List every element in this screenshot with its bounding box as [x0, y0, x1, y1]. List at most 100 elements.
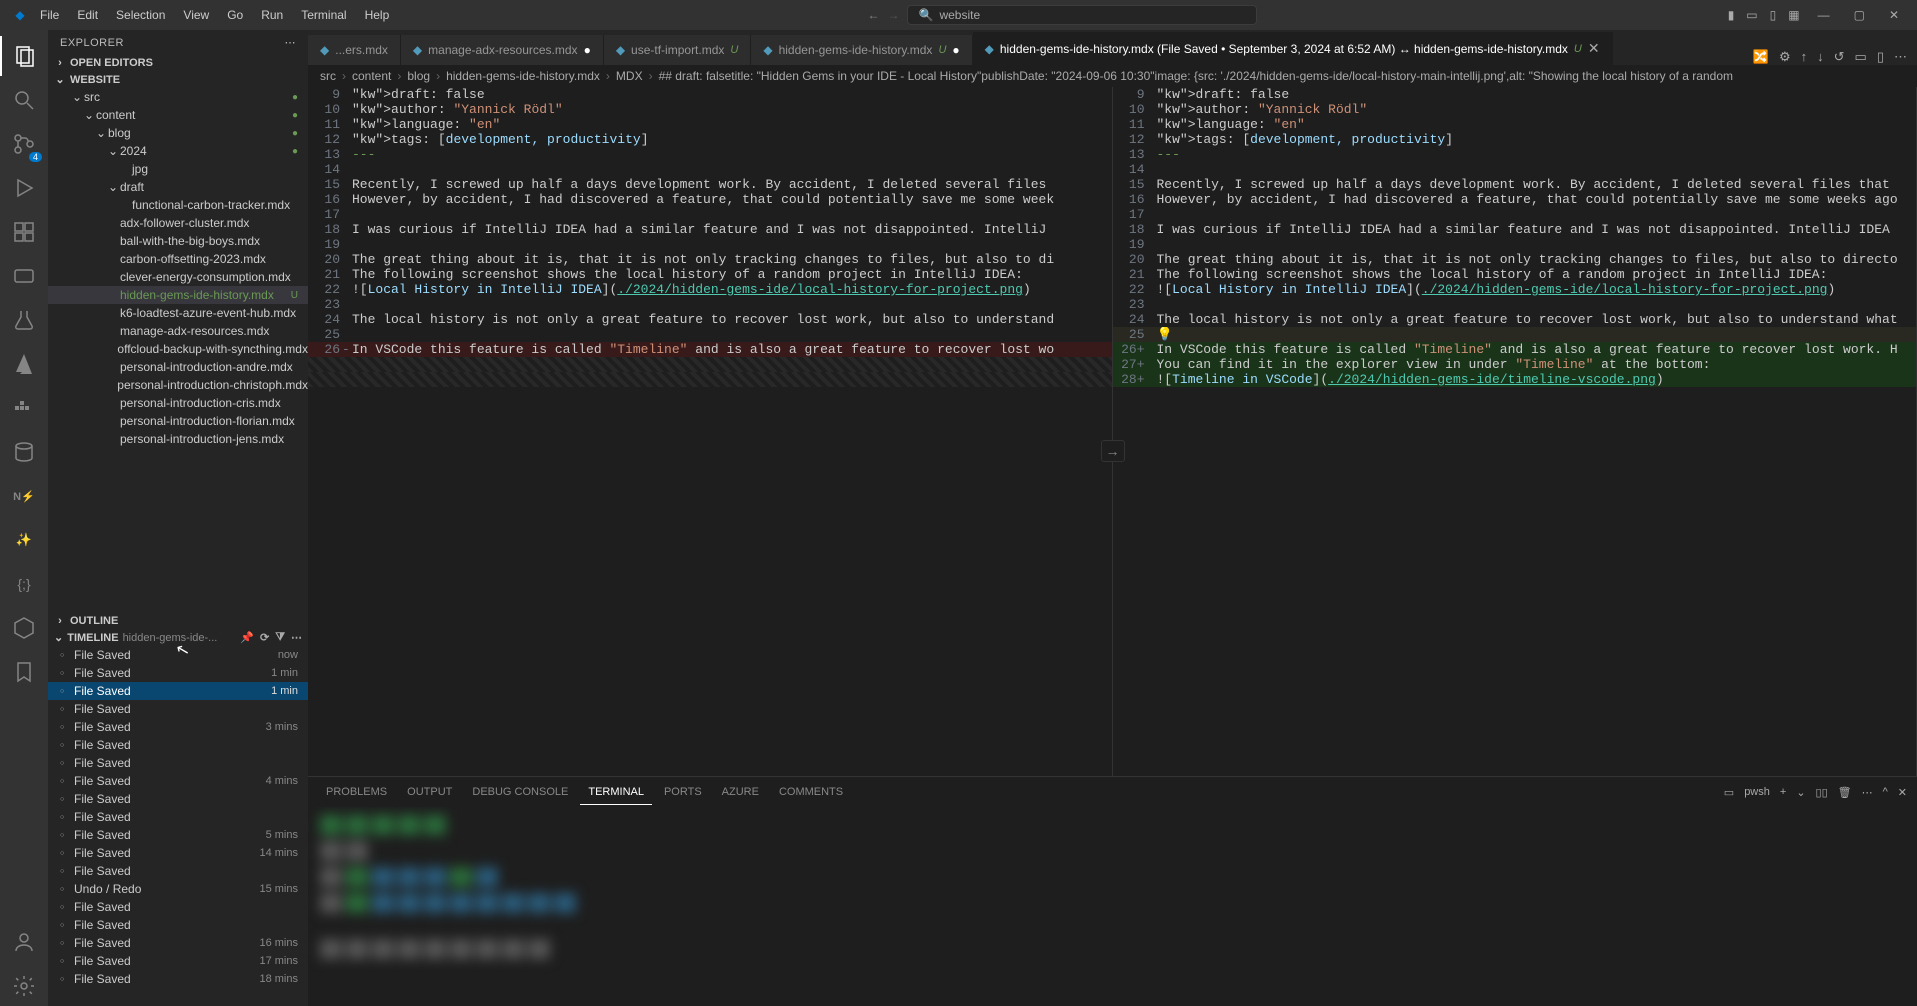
compare-icon[interactable]: 🔀 — [1753, 49, 1769, 65]
timeline-entry[interactable]: ○Undo / Redo15 mins — [48, 880, 308, 898]
menu-terminal[interactable]: Terminal — [293, 4, 354, 26]
code-line[interactable]: 27+You can find it in the explorer view … — [1113, 357, 1917, 372]
tree-file[interactable]: ball-with-the-big-boys.mdx — [48, 232, 308, 250]
code-line[interactable]: 18I was curious if IntelliJ IDEA had a s… — [308, 222, 1112, 237]
explorer-icon[interactable] — [0, 36, 48, 76]
code-line[interactable]: 22![Local History in IntelliJ IDEA](./20… — [1113, 282, 1917, 297]
panel-tab-comments[interactable]: COMMENTS — [771, 780, 851, 805]
code-line[interactable] — [308, 372, 1112, 387]
breadcrumb[interactable]: src›content›blog›hidden-gems-ide-history… — [308, 65, 1917, 87]
timeline-entry[interactable]: ○File Saved — [48, 862, 308, 880]
code-line[interactable]: 11"kw">language: "en" — [308, 117, 1112, 132]
sidebar-more-icon[interactable]: ⋯ — [285, 36, 297, 49]
timeline-entry[interactable]: ○File Saved — [48, 700, 308, 718]
breadcrumb-segment[interactable]: content — [352, 69, 391, 83]
panel-tab-azure[interactable]: AZURE — [714, 780, 767, 805]
prev-change-icon[interactable]: ↑ — [1801, 49, 1808, 65]
breadcrumb-segment[interactable]: MDX — [616, 69, 643, 83]
layout-icon[interactable]: ▯ — [1877, 49, 1884, 65]
editor-tab[interactable]: ◆hidden-gems-ide-history.mdxU● — [751, 35, 972, 65]
code-line[interactable]: 22![Local History in IntelliJ IDEA](./20… — [308, 282, 1112, 297]
more-icon[interactable]: ⋯ — [291, 631, 302, 644]
timeline-entry[interactable]: ○File Saved — [48, 754, 308, 772]
next-change-icon[interactable]: ↓ — [1817, 49, 1824, 65]
tree-folder[interactable]: ⌄content● — [48, 106, 308, 124]
breadcrumb-segment[interactable]: hidden-gems-ide-history.mdx — [446, 69, 600, 83]
code-line[interactable]: 9"kw">draft: false — [1113, 87, 1917, 102]
editor-tab[interactable]: ◆use-tf-import.mdxU — [604, 35, 752, 65]
code-line[interactable]: 12"kw">tags: [development, productivity] — [1113, 132, 1917, 147]
run-debug-icon[interactable] — [0, 168, 48, 208]
command-center[interactable]: 🔍 website — [907, 5, 1257, 25]
settings-icon[interactable]: ⚙ — [1779, 49, 1791, 65]
code-line[interactable]: 17 — [1113, 207, 1917, 222]
refresh-icon[interactable]: ⟳ — [260, 631, 269, 644]
timeline-entry[interactable]: ○File Saved5 mins — [48, 826, 308, 844]
tree-folder[interactable]: ⌄2024● — [48, 142, 308, 160]
code-line[interactable]: 19 — [1113, 237, 1917, 252]
tree-folder[interactable]: ⌄src● — [48, 88, 308, 106]
tree-file[interactable]: clever-energy-consumption.mdx — [48, 268, 308, 286]
nx-icon[interactable]: N⚡ — [0, 476, 48, 516]
timeline-entry[interactable]: ○File Saved — [48, 808, 308, 826]
tree-file[interactable]: personal-introduction-christoph.mdx — [48, 376, 308, 394]
nav-forward-icon[interactable]: → — [887, 8, 899, 22]
hexagon-icon[interactable] — [0, 608, 48, 648]
workspace-section[interactable]: ⌄WEBSITE — [48, 71, 308, 88]
timeline-entry[interactable]: ○File Saved1 min — [48, 664, 308, 682]
code-line[interactable]: 16However, by accident, I had discovered… — [1113, 192, 1917, 207]
editor-tab[interactable]: ◆manage-adx-resources.mdx● — [401, 35, 604, 65]
settings-gear-icon[interactable] — [0, 966, 48, 1006]
timeline-entry[interactable]: ○File Saved16 mins — [48, 934, 308, 952]
code-line[interactable]: 18I was curious if IntelliJ IDEA had a s… — [1113, 222, 1917, 237]
code-line[interactable]: 10"kw">author: "Yannick Rödl" — [1113, 102, 1917, 117]
code-line[interactable]: 14 — [1113, 162, 1917, 177]
tree-file[interactable]: adx-follower-cluster.mdx — [48, 214, 308, 232]
code-line[interactable]: 19 — [308, 237, 1112, 252]
panel-tab-problems[interactable]: PROBLEMS — [318, 780, 395, 805]
code-line[interactable]: 24The local history is not only a great … — [308, 312, 1112, 327]
panel-tab-output[interactable]: OUTPUT — [399, 780, 460, 805]
menu-edit[interactable]: Edit — [69, 4, 106, 26]
filter-icon[interactable]: ⧩ — [275, 631, 285, 644]
more-icon[interactable]: ⋯ — [1862, 786, 1873, 799]
outline-section[interactable]: ›OUTLINE — [48, 613, 308, 629]
more-icon[interactable]: ⋯ — [1894, 49, 1907, 65]
extensions-icon[interactable] — [0, 212, 48, 252]
maximize-icon[interactable]: ▢ — [1844, 4, 1875, 26]
panel-tab-ports[interactable]: PORTS — [656, 780, 710, 805]
code-line[interactable]: 13--- — [1113, 147, 1917, 162]
code-line[interactable]: 25 — [308, 327, 1112, 342]
nav-back-icon[interactable]: ← — [867, 8, 879, 22]
timeline-entry[interactable]: ○File Saved — [48, 916, 308, 934]
toggle-secondary-sidebar-icon[interactable]: ▯ — [1770, 8, 1777, 22]
code-line[interactable]: 12"kw">tags: [development, productivity] — [308, 132, 1112, 147]
timeline-entry[interactable]: ○File Saved — [48, 736, 308, 754]
diff-right-pane[interactable]: 9"kw">draft: false10"kw">author: "Yannic… — [1113, 87, 1917, 776]
terminal-body[interactable] — [308, 807, 1917, 1006]
timeline-entry[interactable]: ○File Saved18 mins — [48, 970, 308, 988]
code-line[interactable]: 11"kw">language: "en" — [1113, 117, 1917, 132]
toggle-primary-sidebar-icon[interactable]: ▮ — [1728, 8, 1735, 22]
timeline-entry[interactable]: ○File Saved4 mins — [48, 772, 308, 790]
remote-icon[interactable] — [0, 256, 48, 296]
tree-file[interactable]: carbon-offsetting-2023.mdx — [48, 250, 308, 268]
menu-help[interactable]: Help — [357, 4, 398, 26]
code-line[interactable]: 20The great thing about it is, that it i… — [1113, 252, 1917, 267]
diff-left-pane[interactable]: 9"kw">draft: false10"kw">author: "Yannic… — [308, 87, 1113, 776]
apply-change-arrow-icon[interactable]: → — [1101, 440, 1125, 462]
timeline-entry[interactable]: ○File Saved17 mins — [48, 952, 308, 970]
panel-tab-terminal[interactable]: TERMINAL — [580, 780, 652, 805]
tree-file[interactable]: offcloud-backup-with-syncthing.mdx — [48, 340, 308, 358]
maximize-panel-icon[interactable]: ^ — [1883, 786, 1888, 798]
code-line[interactable]: 9"kw">draft: false — [308, 87, 1112, 102]
editor-tab[interactable]: ◆hidden-gems-ide-history.mdx (File Saved… — [973, 32, 1613, 65]
menu-selection[interactable]: Selection — [108, 4, 173, 26]
tree-file[interactable]: jpg — [48, 160, 308, 178]
breadcrumb-segment[interactable]: blog — [407, 69, 430, 83]
azure-icon[interactable] — [0, 344, 48, 384]
pin-icon[interactable]: 📌 — [240, 631, 254, 644]
close-panel-icon[interactable]: ✕ — [1898, 786, 1907, 799]
code-line[interactable]: 26In VSCode this feature is called "Time… — [308, 342, 1112, 357]
terminal-kill-icon[interactable]: 🗑 — [1838, 786, 1852, 799]
